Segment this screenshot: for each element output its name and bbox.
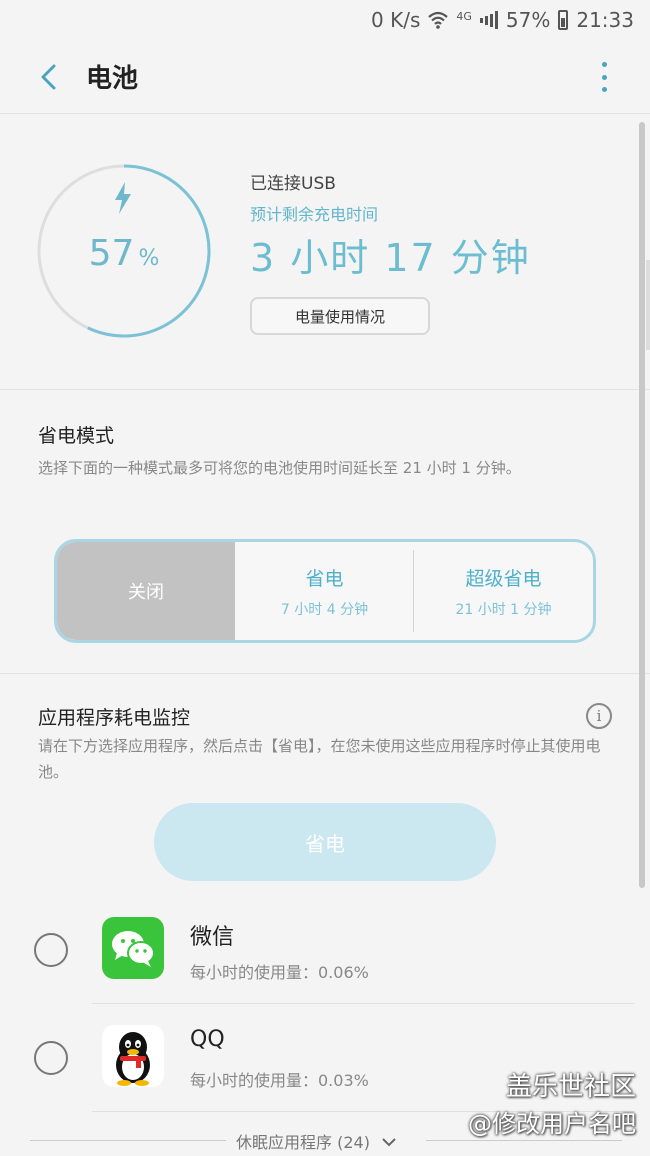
power-saving-description: 选择下面的一种模式最多可将您的电池使用时间延长至 21 小时 1 分钟。 — [38, 459, 521, 477]
battery-card: 57% 已连接USB 预计剩余充电时间 3 小时 17 分钟 电量使用情况 — [0, 115, 650, 390]
watermark-username: @修改用户名吧 — [468, 1110, 636, 1138]
connection-status: 已连接USB — [250, 174, 336, 194]
select-radio[interactable] — [34, 1041, 68, 1075]
divider — [30, 1140, 226, 1141]
monitor-title: 应用程序耗电监控 — [38, 707, 191, 729]
power-saving-title: 省电模式 — [38, 425, 115, 447]
app-usage: 每小时的使用量：0.06% — [190, 963, 369, 982]
page-title: 电池 — [86, 64, 139, 94]
mode-ultra-saving-option[interactable]: 超级省电 21 小时 1 分钟 — [414, 542, 593, 640]
app-name: QQ — [190, 1027, 225, 1052]
info-icon[interactable]: i — [586, 703, 612, 729]
back-button[interactable] — [30, 59, 66, 95]
more-vert-icon — [601, 62, 607, 67]
app-bar: 电池 — [0, 40, 650, 114]
app-name: 微信 — [190, 925, 235, 950]
clock: 21:33 — [576, 8, 634, 32]
mode-off-option[interactable]: 关闭 — [57, 542, 235, 640]
power-mode-selector: 关闭 省电 7 小时 4 分钟 超级省电 21 小时 1 分钟 — [54, 539, 596, 643]
mode-off-label: 关闭 — [128, 582, 164, 603]
battery-percent-number: 57 — [88, 233, 135, 274]
wifi-icon — [428, 11, 449, 29]
wechat-icon — [102, 917, 164, 979]
divider — [426, 1140, 622, 1141]
mode-power-saving-option[interactable]: 省电 7 小时 4 分钟 — [235, 542, 414, 640]
network-type: 4G — [456, 10, 472, 23]
divider — [92, 1003, 634, 1004]
mode-ultra-saving-label: 超级省电 — [465, 567, 542, 590]
edge-panel-handle[interactable] — [646, 260, 650, 350]
chevron-down-icon — [382, 1138, 396, 1147]
remaining-time-label: 预计剩余充电时间 — [250, 205, 379, 224]
battery-usage-button[interactable]: 电量使用情况 — [250, 297, 430, 335]
app-usage: 每小时的使用量：0.03% — [190, 1071, 369, 1090]
remaining-time-value: 3 小时 17 分钟 — [250, 236, 531, 280]
select-radio[interactable] — [34, 933, 68, 967]
mode-power-saving-label: 省电 — [305, 567, 344, 590]
monitor-description: 请在下方选择应用程序，然后点击【省电】，在您未使用这些应用程序时停止其使用电池。 — [38, 737, 601, 781]
battery-percent-sign: % — [138, 246, 160, 271]
mode-ultra-saving-time: 21 小时 1 分钟 — [455, 601, 552, 618]
more-options-button[interactable] — [598, 62, 610, 92]
battery-percent: 57% — [505, 8, 551, 32]
mode-power-saving-time: 7 小时 4 分钟 — [280, 601, 369, 618]
power-saving-section: 省电模式 选择下面的一种模式最多可将您的电池使用时间延长至 21 小时 1 分钟… — [0, 391, 650, 674]
signal-icon — [479, 11, 498, 29]
power-save-apps-button[interactable]: 省电 — [154, 803, 496, 881]
charging-bolt-icon — [115, 182, 131, 214]
battery-percent-display: 57% — [36, 233, 212, 274]
list-item[interactable]: 微信 每小时的使用量：0.06% — [0, 917, 650, 1041]
sleeping-apps-label: 休眠应用程序 (24) — [236, 1129, 397, 1153]
battery-icon — [558, 10, 569, 30]
status-bar: 0 K/s 4G 57% 21:33 — [0, 0, 650, 40]
scrollbar[interactable] — [639, 122, 645, 888]
watermark-community: 盖乐世社区 — [505, 1072, 636, 1102]
net-speed: 0 K/s — [371, 8, 421, 32]
qq-icon — [102, 1025, 164, 1087]
chevron-left-icon — [41, 64, 56, 89]
